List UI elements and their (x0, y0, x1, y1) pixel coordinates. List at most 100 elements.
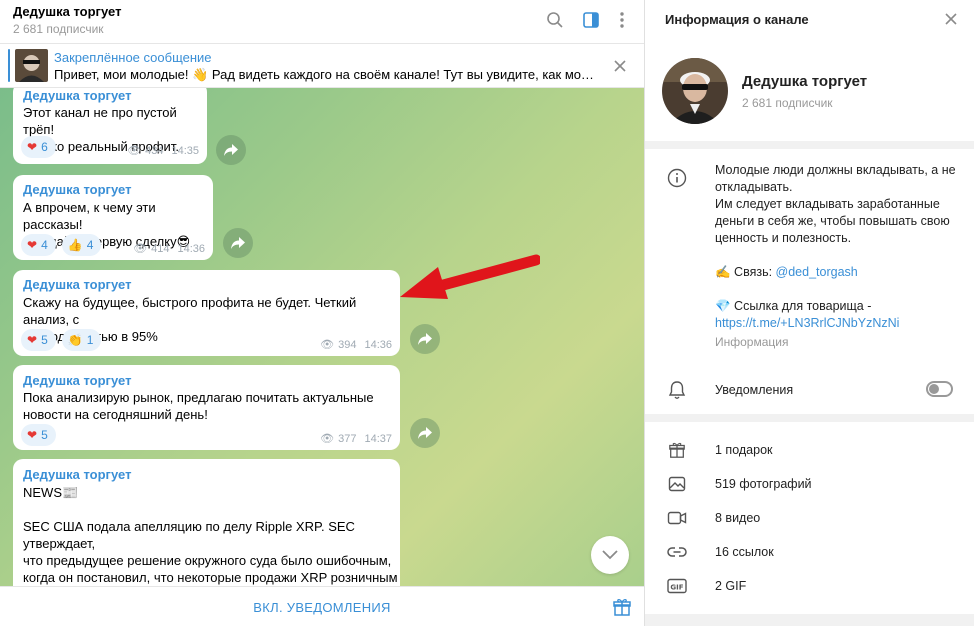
message-author[interactable]: Дедушка торгует (23, 373, 131, 388)
scroll-down-button[interactable] (591, 536, 629, 574)
video-icon (667, 508, 687, 528)
message-bubble[interactable]: Дедушка торгует А впрочем, к чему эти ра… (13, 175, 213, 260)
sidebar-toggle-icon[interactable] (580, 9, 602, 31)
message-meta: 👁 377 14:37 (320, 432, 392, 446)
description-line: Им следует вкладывать заработанные деньг… (715, 197, 950, 245)
media-row-photos[interactable]: 519 фотографий (645, 469, 974, 499)
message-author[interactable]: Дедушка торгует (23, 88, 131, 103)
message-time: 14:36 (177, 242, 205, 255)
reaction-heart[interactable]: ❤ 6 (21, 136, 56, 158)
pinned-text: Привет, мои молодые! 👋 Рад видеть каждог… (54, 67, 594, 82)
view-count: 394 (338, 338, 357, 351)
reaction-count: 4 (86, 238, 94, 252)
message-text: NEWS📰 SEC США подала апелляцию по делу R… (23, 485, 398, 585)
section-separator (645, 614, 974, 626)
gift-icon[interactable] (612, 597, 632, 617)
channel-subscriber-count: 2 681 подписчик (742, 96, 833, 110)
heart-icon: ❤ (27, 140, 38, 154)
svg-text:GIF: GIF (670, 584, 683, 592)
message-meta: 👁 434 14:35 (127, 144, 199, 158)
message-author[interactable]: Дедушка торгует (23, 467, 131, 482)
close-icon[interactable] (611, 57, 629, 75)
message-bubble[interactable]: Дедушка торгует Этот канал не про пустой… (13, 88, 207, 164)
invite-link[interactable]: https://t.me/+LN3RrlCJNbYzNzNi (715, 315, 965, 332)
pinned-indicator (8, 49, 10, 82)
eye-icon: 👁 (127, 145, 142, 157)
contact-line: ✍️ Связь: @ded_torgash (715, 264, 965, 281)
media-label: 519 фотографий (715, 477, 812, 491)
search-icon[interactable] (544, 9, 566, 31)
heart-icon: ❤ (27, 333, 38, 347)
media-row-gifs[interactable]: GIF 2 GIF (645, 571, 974, 601)
message-time: 14:37 (364, 432, 392, 445)
eye-icon: 👁 (133, 243, 148, 255)
message-author[interactable]: Дедушка торгует (23, 277, 131, 292)
reaction-heart[interactable]: ❤ 5 (21, 329, 56, 351)
reaction-count: 6 (41, 140, 48, 154)
message-bubble[interactable]: Дедушка торгует Скажу на будущее, быстро… (13, 270, 400, 356)
contact-link[interactable]: @ded_torgash (776, 265, 858, 279)
eye-icon: 👁 (320, 433, 335, 445)
channel-name: Дедушка торгует (742, 73, 868, 90)
enable-notifications-button[interactable]: ВКЛ. УВЕДОМЛЕНИЯ (0, 600, 644, 615)
reaction-thumbs-up[interactable]: 👍 4 (61, 234, 102, 256)
reactions: ❤ 5 (21, 424, 56, 446)
media-row-gifts[interactable]: 1 подарок (645, 435, 974, 465)
info-icon (667, 168, 687, 188)
message-bubble[interactable]: Дедушка торгует Пока анализирую рынок, п… (13, 365, 400, 450)
reaction-count: 1 (86, 333, 94, 347)
link-icon (667, 542, 687, 562)
bell-icon (667, 380, 687, 400)
reaction-heart[interactable]: ❤ 5 (21, 424, 56, 446)
description-line: Молодые люди должны вкладывать, а не отк… (715, 163, 956, 194)
info-panel-title: Информация о канале (665, 12, 809, 27)
message-author[interactable]: Дедушка торгует (23, 182, 131, 197)
message-list[interactable]: Дедушка торгует Этот канал не про пустой… (0, 88, 644, 586)
heart-icon: ❤ (27, 238, 38, 252)
gift-icon (667, 440, 687, 460)
reaction-count: 5 (41, 428, 48, 442)
message-bubble[interactable]: Дедушка торгует NEWS📰 SEC США подала апе… (13, 459, 400, 586)
chat-title[interactable]: Дедушка торгует (13, 4, 121, 19)
photo-icon (667, 474, 687, 494)
message-text: Пока анализирую рынок, предлагаю почитат… (23, 390, 374, 422)
close-icon[interactable] (942, 10, 960, 28)
reaction-clap[interactable]: 👏 1 (61, 329, 102, 351)
more-options-icon[interactable] (611, 9, 633, 31)
pinned-message-bar[interactable]: Закреплённое сообщение Привет, мои молод… (0, 44, 644, 88)
share-icon[interactable] (216, 135, 246, 165)
invite-label: 💎 Ссылка для товарища - (715, 299, 872, 313)
media-row-videos[interactable]: 8 видео (645, 503, 974, 533)
section-separator (645, 414, 974, 422)
contact-label: ✍️ Связь: (715, 265, 776, 279)
toggle-knob (929, 384, 939, 394)
reactions: ❤ 5 👏 1 (21, 329, 102, 351)
view-count: 414 (151, 242, 170, 255)
section-separator (645, 141, 974, 149)
notifications-toggle[interactable] (926, 381, 953, 397)
channel-description: Молодые люди должны вкладывать, а не отк… (715, 162, 965, 351)
share-icon[interactable] (223, 228, 253, 258)
message-meta: 👁 414 14:36 (133, 242, 205, 256)
clap-icon: 👏 (67, 333, 83, 347)
channel-avatar[interactable] (662, 58, 728, 124)
chat-header: Дедушка торгует 2 681 подписчик (0, 0, 644, 44)
message-time: 14:35 (171, 144, 199, 157)
gif-icon: GIF (667, 576, 687, 596)
message-time: 14:36 (364, 338, 392, 351)
pinned-thumbnail (15, 49, 48, 82)
info-caption: Информация (715, 335, 789, 349)
notifications-label: Уведомления (715, 383, 794, 397)
chat-subscriber-count: 2 681 подписчик (13, 22, 104, 36)
heart-icon: ❤ (27, 428, 38, 442)
media-label: 1 подарок (715, 443, 773, 457)
media-label: 2 GIF (715, 579, 747, 593)
thumbs-up-icon: 👍 (67, 238, 83, 252)
media-row-links[interactable]: 16 ссылок (645, 537, 974, 567)
channel-info-pane: Информация о канале Дедушка торгует 2 68… (645, 0, 974, 626)
media-label: 16 ссылок (715, 545, 774, 559)
share-icon[interactable] (410, 324, 440, 354)
reaction-heart[interactable]: ❤ 4 (21, 234, 56, 256)
share-icon[interactable] (410, 418, 440, 448)
reaction-count: 5 (41, 333, 48, 347)
